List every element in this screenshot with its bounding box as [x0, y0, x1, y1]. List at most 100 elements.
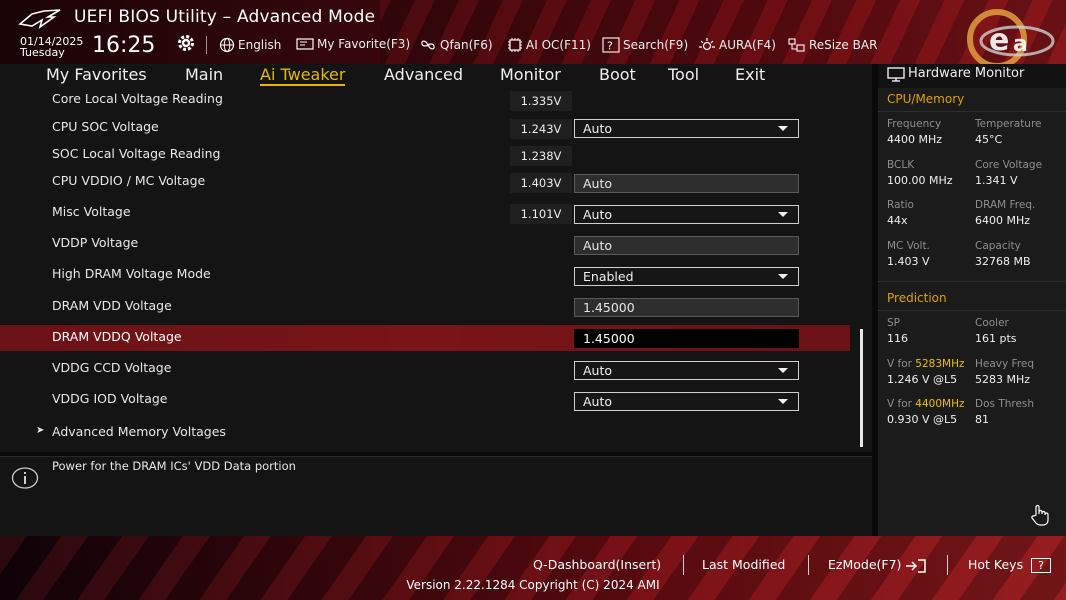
search-button[interactable]: ? Search(F9) — [602, 37, 688, 53]
v-for-prefix: V for — [887, 358, 916, 370]
tab-tool[interactable]: Tool — [668, 65, 699, 84]
v-for-freq2: 4400MHz — [915, 398, 965, 410]
search-icon: ? — [602, 37, 620, 53]
setting-label: VDDG IOD Voltage — [52, 391, 168, 406]
hand-cursor-icon — [1031, 504, 1049, 526]
chevron-down-icon — [778, 399, 788, 404]
settings-scrollbar[interactable] — [860, 329, 863, 447]
globe-icon — [219, 37, 235, 53]
temperature-label: Temperature — [975, 118, 1042, 130]
capacity-value: 32768 MB — [975, 255, 1031, 268]
cooler-label: Cooler — [975, 317, 1009, 329]
mc-volt-value: 1.403 V — [887, 255, 930, 268]
prediction-section-title: Prediction — [887, 291, 947, 305]
cpu-vddio-voltage-field[interactable]: Auto — [574, 174, 799, 193]
dram-vdd-voltage-field[interactable]: 1.45000 — [574, 298, 799, 317]
tab-boot[interactable]: Boot — [599, 65, 636, 84]
resize-bar-button[interactable]: ReSize BAR — [788, 37, 877, 53]
setting-label: Core Local Voltage Reading — [52, 91, 223, 106]
gear-icon[interactable] — [176, 33, 196, 53]
dram-vddq-voltage-field[interactable]: 1.45000 — [574, 329, 799, 348]
setting-label: DRAM VDD Voltage — [52, 298, 172, 313]
chevron-down-icon — [778, 126, 788, 131]
high-dram-voltage-mode-dropdown[interactable]: Enabled — [574, 267, 799, 286]
vddg-iod-voltage-dropdown[interactable]: Auto — [574, 392, 799, 411]
dram-freq-value: 6400 MHz — [975, 214, 1031, 227]
toolbar-divider — [206, 36, 207, 54]
language-button[interactable]: English — [219, 37, 281, 53]
section-divider — [878, 111, 1066, 112]
ai-oc-button[interactable]: AI OC(F11) — [507, 37, 591, 53]
setting-label: VDDG CCD Voltage — [52, 360, 172, 375]
aura-button[interactable]: AURA(F4) — [698, 37, 776, 53]
time-label: 16:25 — [92, 33, 156, 58]
v-for-freq2-label: V for 4400MHz — [887, 398, 965, 410]
my-favorite-button[interactable]: My Favorite(F3) — [296, 37, 410, 51]
bclk-label: BCLK — [887, 159, 915, 171]
app-title: UEFI BIOS Utility – Advanced Mode — [74, 7, 376, 27]
core-voltage-label: Core Voltage — [975, 159, 1043, 171]
dropdown-value: Enabled — [583, 269, 634, 284]
tab-exit[interactable]: Exit — [735, 65, 765, 84]
ratio-label: Ratio — [887, 199, 914, 211]
v-for-prefix: V for — [887, 398, 916, 410]
hardware-monitor-title: Hardware Monitor — [908, 66, 1025, 81]
capacity-label: Capacity — [975, 240, 1021, 252]
qfan-button[interactable]: Qfan(F6) — [419, 37, 493, 53]
tab-ai-tweaker[interactable]: Ai Tweaker — [260, 65, 346, 86]
cpu-soc-voltage-dropdown[interactable]: Auto — [574, 119, 799, 138]
aura-icon — [699, 38, 715, 51]
footer-divider — [683, 555, 684, 575]
svg-text:e: e — [989, 23, 1009, 58]
footer-divider — [947, 555, 948, 575]
watermark-logo: e a — [967, 9, 1055, 69]
temperature-value: 45°C — [975, 133, 1003, 146]
dropdown-value: Auto — [583, 121, 613, 136]
voltage-reading: 1.403V — [510, 173, 572, 193]
aura-label: AURA(F4) — [719, 38, 776, 52]
hot-keys-button[interactable]: Hot Keys ? — [968, 557, 1052, 573]
core-voltage-value: 1.341 V — [975, 174, 1018, 187]
v-for-freq1-label: V for 5283MHz — [887, 358, 965, 370]
resize-bar-label: ReSize BAR — [809, 38, 878, 52]
dropdown-value: Auto — [583, 394, 613, 409]
section-divider — [878, 281, 1066, 282]
question-key-icon: ? — [1031, 558, 1052, 573]
svg-text:a: a — [1013, 32, 1028, 57]
ratio-value: 44x — [887, 214, 908, 227]
heavy-freq-label: Heavy Freq — [975, 358, 1035, 370]
vddg-ccd-voltage-dropdown[interactable]: Auto — [574, 361, 799, 380]
misc-voltage-dropdown[interactable]: Auto — [574, 205, 799, 224]
tab-advanced[interactable]: Advanced — [384, 65, 463, 84]
language-label: English — [238, 38, 282, 52]
cooler-value: 161 pts — [975, 332, 1017, 345]
heavy-freq-value: 5283 MHz — [975, 373, 1031, 386]
version-text: Version 2.22.1284 Copyright (C) 2024 AMI — [406, 578, 660, 592]
advanced-memory-voltages-link[interactable]: Advanced Memory Voltages — [52, 424, 226, 439]
frequency-label: Frequency — [887, 118, 942, 130]
last-modified-button[interactable]: Last Modified — [702, 557, 785, 572]
chevron-down-icon — [778, 274, 788, 279]
tab-monitor[interactable]: Monitor — [500, 65, 561, 84]
chevron-down-icon — [778, 212, 788, 217]
setting-label: SOC Local Voltage Reading — [52, 146, 221, 161]
footer-divider — [808, 555, 809, 575]
ai-oc-label: AI OC(F11) — [526, 38, 591, 52]
sp-label: SP — [887, 317, 900, 329]
hot-keys-label: Hot Keys — [968, 557, 1024, 572]
tab-my-favorites[interactable]: My Favorites — [46, 65, 147, 84]
setting-label: VDDP Voltage — [52, 235, 139, 250]
setting-label: CPU SOC Voltage — [52, 119, 159, 134]
section-divider — [878, 310, 1066, 311]
vddp-voltage-field[interactable]: Auto — [574, 236, 799, 255]
bclk-value: 100.00 MHz — [887, 174, 953, 187]
v-for-freq1: 5283MHz — [915, 358, 965, 370]
ezmode-label: EzMode(F7) — [828, 557, 902, 572]
dropdown-value: Auto — [583, 207, 613, 222]
ezmode-button[interactable]: EzMode(F7) — [828, 557, 927, 573]
info-icon — [11, 467, 39, 489]
voltage-reading: 1.335V — [510, 91, 572, 111]
tab-main[interactable]: Main — [185, 65, 223, 84]
q-dashboard-button[interactable]: Q-Dashboard(Insert) — [533, 557, 661, 572]
dram-freq-label: DRAM Freq. — [975, 199, 1036, 211]
